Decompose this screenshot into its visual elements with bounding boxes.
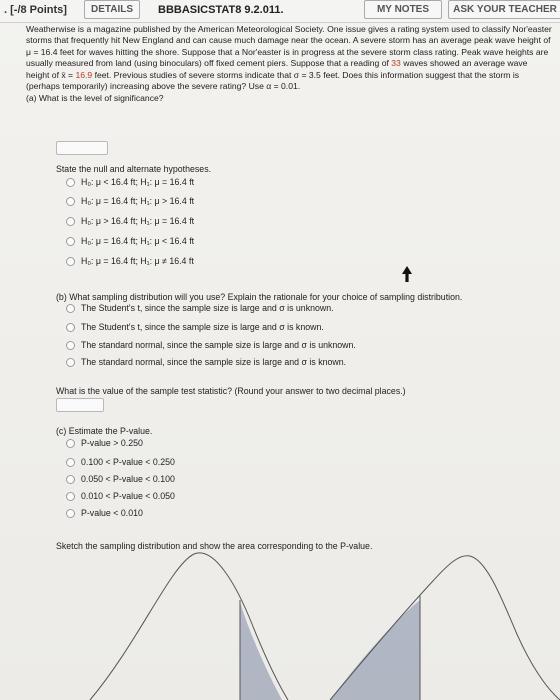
left-curve-shaded-tail [240,602,282,700]
page: . [-/8 Points] DETAILS BBBASICSTAT8 9.2.… [0,0,560,700]
right-curve-shaded-area [330,600,420,700]
sampling-distribution-sketch [89,552,560,700]
